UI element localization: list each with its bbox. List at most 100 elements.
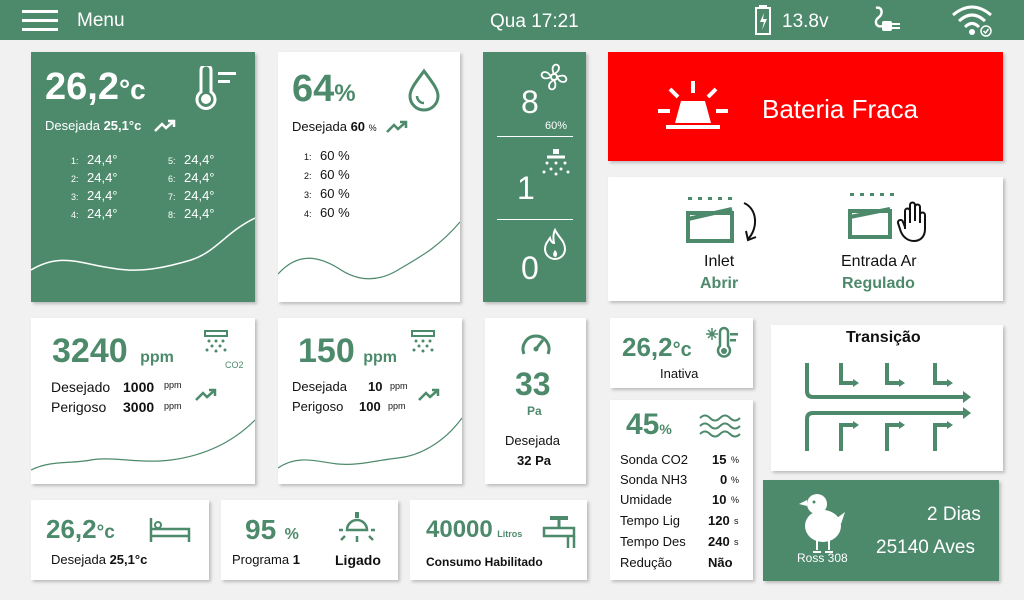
ventilation-row-label: Umidade [620, 492, 673, 507]
outside-temp-unit: °c [672, 339, 692, 361]
nh3-card[interactable]: 150 ppm Desejada 10 ppm Perigoso 100 ppm [278, 318, 462, 484]
ventilation-row-unit: s [734, 516, 739, 526]
co2-card[interactable]: 3240 ppm CO2 Desejado 1000 ppm Perigoso … [31, 318, 255, 484]
hum-sensor-3: 3: 60 % [304, 186, 350, 201]
equipment-card[interactable]: 8 60% 1 0 [483, 52, 586, 302]
power-plug-icon [874, 6, 900, 31]
nh3-desired-value: 10 [368, 379, 383, 394]
outside-temp-card[interactable]: 26,2°c Inativa [610, 318, 753, 388]
flock-days: 2 Dias [927, 504, 981, 525]
pressure-card[interactable]: 33 Pa Desejada 32 Pa [485, 318, 586, 484]
humidity-desired-unit: % [368, 123, 377, 133]
floor-temp-desired-value: 25,1°c [109, 552, 148, 567]
water-card[interactable]: 40000 Litros Consumo Habilitado [410, 500, 587, 580]
ventilation-row-value: Não [708, 555, 733, 570]
nh3-desired-unit: ppm [390, 381, 408, 391]
outside-temp-status: Inativa [660, 366, 699, 381]
lighting-unit: % [284, 526, 299, 543]
co2-desired-value: 1000 [123, 379, 155, 395]
menu-button[interactable]: Menu [20, 6, 125, 34]
water-meter-icon [542, 516, 576, 548]
gauge-icon [521, 334, 551, 355]
flock-birds: 25140 Aves [876, 537, 975, 558]
trend-up-icon [386, 120, 408, 133]
humidity-card[interactable]: 64% Desejada 60 % 1: 60 % 2: 60 % 3: 60 % 4… [278, 52, 460, 302]
ventilation-unit: % [659, 421, 672, 437]
temp-sensor-5: 5: 24,4° [168, 152, 215, 167]
air-entry-status: Regulado [842, 275, 915, 292]
ventilation-row-unit: % [731, 475, 740, 485]
humidity-desired-value: 60 [350, 119, 366, 134]
ventilation-row-unit: % [731, 455, 740, 465]
chick-icon [799, 494, 845, 553]
ventilation-row-label: Redução [620, 555, 673, 570]
co2-danger-label: Perigoso [51, 399, 107, 415]
temperature-desired-label: Desejada [45, 118, 100, 133]
ventilation-row-label: Sonda CO2 [620, 452, 688, 467]
alarm-siren-icon [658, 81, 728, 129]
water-label: Consumo Habilitado [426, 555, 543, 569]
ventilation-card[interactable]: 45% Sonda CO2 15 % Sonda NH3 0 % Umidade… [610, 400, 753, 580]
datetime: Qua 17:21 [490, 11, 579, 32]
transition-card[interactable]: Transição [771, 325, 1003, 471]
co2-icon-label: CO2 [225, 360, 244, 370]
fans-percent: 60% [545, 120, 568, 132]
co2-unit: ppm [140, 349, 174, 366]
humidity-trend-line [278, 221, 460, 280]
co2-desired-label: Desejado [51, 379, 111, 395]
co2-danger-value: 3000 [123, 399, 155, 415]
temperature-trend-line [31, 217, 255, 271]
alarm-text: Bateria Fraca [762, 94, 919, 124]
transition-mode-icon [805, 363, 971, 451]
water-value: 40000 [426, 516, 493, 543]
battery-voltage: 13.8v [782, 11, 829, 32]
inlet-card[interactable]: Inlet Abrir Entrada Ar Regulado [608, 177, 1003, 301]
bed-icon [149, 518, 191, 542]
humidity-value: 64 [292, 68, 335, 110]
divider [497, 219, 573, 220]
inlet-icon [686, 197, 757, 243]
lighting-card[interactable]: 95 % Programa 1 Ligado [221, 500, 398, 580]
ventilation-value: 45 [626, 408, 660, 441]
air-flow-icon [699, 414, 741, 438]
battery-icon [755, 5, 771, 35]
floor-temp-card[interactable]: 26,2°c Desejada 25,1°c [31, 500, 209, 580]
temperature-value: 26,2 [45, 66, 119, 108]
trend-up-icon [418, 388, 440, 401]
temperature-desired-value: 25,1°c [103, 118, 142, 133]
inlet-status: Abrir [700, 275, 739, 292]
divider [497, 136, 573, 137]
ventilation-row-unit: % [731, 495, 740, 505]
wifi-icon[interactable] [950, 3, 994, 37]
flame-icon [543, 228, 567, 260]
ventilation-row-label: Sonda NH3 [620, 472, 688, 487]
humidity-unit: % [334, 80, 356, 107]
ventilation-row-value: 10 [712, 492, 727, 507]
nh3-value: 150 [298, 332, 355, 370]
ventilation-row-unit: s [734, 537, 739, 547]
ventilation-row-value: 120 [708, 513, 730, 528]
co2-trend-line [31, 419, 255, 471]
temp-sensor-2: 2: 24,4° [71, 170, 118, 185]
air-entry-label: Entrada Ar [841, 253, 917, 270]
ventilation-row-label: Tempo Des [620, 534, 686, 549]
lighting-status: Ligado [335, 552, 381, 568]
nh3-desired-label: Desejada [292, 379, 347, 394]
lighting-value: 95 [245, 514, 277, 545]
temp-sensor-1: 1: 24,4° [71, 152, 118, 167]
alarm-card[interactable]: Bateria Fraca [608, 52, 1003, 161]
menu-label: Menu [77, 10, 125, 31]
ventilation-row-value: 0 [720, 472, 728, 487]
co2-desired-unit: ppm [164, 380, 182, 390]
water-drop-icon [408, 68, 440, 112]
co2-value: 3240 [52, 332, 128, 370]
fan-icon [540, 63, 568, 91]
temperature-card[interactable]: 26,2°c Desejada 25,1°c 1: 24,4° 2: 24,4° 3… [31, 52, 255, 302]
top-bar: Menu Qua 17:21 13.8v [0, 0, 1024, 40]
flock-breed: Ross 308 [797, 551, 848, 565]
nh3-trend-line [278, 417, 462, 469]
nh3-unit: ppm [363, 349, 397, 366]
nh3-danger-value: 100 [359, 399, 381, 414]
flock-card[interactable]: Ross 308 2 Dias 25140 Aves [763, 480, 999, 581]
hum-sensor-1: 1: 60 % [304, 148, 350, 163]
